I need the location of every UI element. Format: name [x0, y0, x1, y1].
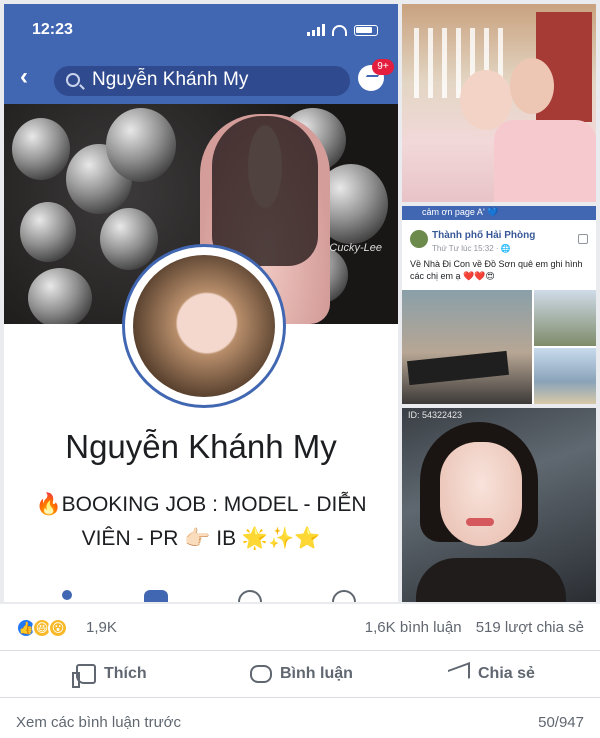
couple-photo[interactable] [402, 4, 596, 202]
post-photo-collage[interactable]: 12:23 ‹ Nguyễn Khánh My 9+ Cucky-Lee Ngu… [0, 0, 600, 604]
post-text: Về Nhà Đi Con về Đồ Sơn quê em ghi hình … [410, 259, 583, 281]
bio-line: 🔥BOOKING JOB : MODEL - DIỄN [35, 493, 367, 516]
comments-footer: Xem các bình luận trước 50/947 [0, 698, 600, 738]
profile-name: Nguyễn Khánh My [65, 428, 337, 465]
post-stats-bar: 👍 😆 😮 1,9K 1,6K bình luận 519 lượt chia … [0, 604, 600, 650]
more-icon [332, 590, 356, 602]
add-friend-icon [56, 590, 80, 602]
avatar [410, 230, 428, 248]
search-icon [66, 73, 80, 87]
comment-share-counts: 1,6K bình luận 519 lượt chia sẻ [355, 619, 584, 636]
message-icon [144, 590, 168, 602]
share-count[interactable]: 519 lượt chia sẻ [476, 619, 584, 636]
beach-photo [534, 348, 596, 404]
comment-label: Bình luận [280, 665, 353, 682]
reaction-count[interactable]: 1,9K [86, 619, 117, 636]
facebook-nav-bar: ‹ Nguyễn Khánh My 9+ [4, 54, 398, 104]
avatar [133, 255, 275, 397]
post-timestamp: Thứ Tư lúc 15:32 · 🌐 [432, 244, 511, 253]
status-indicators [307, 24, 378, 36]
signal-icon [307, 24, 325, 36]
comment-count[interactable]: 1,6K bình luận [365, 619, 462, 636]
cover-watermark: Cucky-Lee [329, 242, 382, 254]
messenger-badge: 9+ [372, 59, 394, 75]
comment-pager: 50/947 [538, 714, 584, 731]
share-icon [448, 661, 470, 687]
wow-reaction-icon: 😮 [48, 618, 68, 638]
like-icon [578, 234, 588, 244]
comment-icon [250, 665, 272, 683]
reaction-icons[interactable]: 👍 😆 😮 [16, 618, 68, 638]
back-arrow-icon: ‹ [20, 63, 28, 90]
thumbs-up-icon [72, 664, 96, 688]
profile-screenshot-photo[interactable]: 12:23 ‹ Nguyễn Khánh My 9+ Cucky-Lee Ngu… [4, 4, 398, 602]
post-header-text: cảm ơn page A' 💙 [422, 207, 499, 217]
profile-action-icons [4, 580, 398, 602]
wifi-icon [332, 24, 347, 36]
profile-picture [122, 244, 286, 408]
comment-button[interactable]: Bình luận [250, 651, 353, 697]
battery-icon [354, 24, 378, 36]
post-action-bar: Thích Bình luận Chia sẻ [0, 650, 600, 698]
post-header-strip: cảm ơn page A' 💙 [402, 206, 596, 220]
photo-id-label: ID: 54322423 [408, 410, 463, 420]
post-screenshot-photo[interactable]: cảm ơn page A' 💙 Thành phố Hải Phòng Thứ… [402, 206, 596, 404]
car-selfie-photo[interactable]: ID: 54322423 [402, 408, 596, 602]
search-input: Nguyễn Khánh My [54, 66, 350, 96]
like-button[interactable]: Thích [72, 651, 147, 697]
search-query-text: Nguyễn Khánh My [92, 69, 249, 90]
bio-line: VIÊN - PR 👉🏻 IB 🌟✨⭐ [81, 527, 321, 550]
embedded-post-card: Thành phố Hải Phòng Thứ Tư lúc 15:32 · 🌐… [406, 224, 592, 292]
status-time: 12:23 [32, 21, 73, 38]
street-photo [534, 290, 596, 346]
share-label: Chia sẻ [478, 665, 535, 682]
like-label: Thích [104, 665, 147, 682]
clapperboard-photo [402, 290, 532, 404]
post-location: Thành phố Hải Phòng [432, 230, 536, 241]
share-button[interactable]: Chia sẻ [448, 651, 535, 697]
messenger-action-icon [238, 590, 262, 602]
phone-status-bar: 12:23 [4, 4, 398, 54]
profile-bio: 🔥BOOKING JOB : MODEL - DIỄN VIÊN - PR 👉🏻… [28, 488, 374, 556]
view-previous-comments-link[interactable]: Xem các bình luận trước [16, 714, 181, 731]
